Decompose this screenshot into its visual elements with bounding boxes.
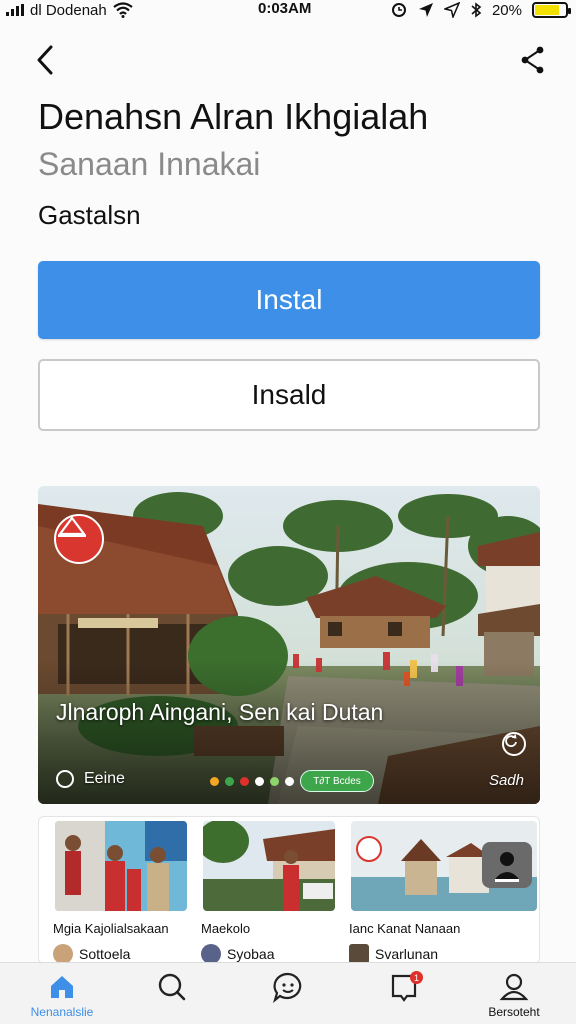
hero-play-control[interactable]: Eeine bbox=[56, 770, 125, 788]
card-thumbnail bbox=[55, 821, 187, 911]
related-cards: Mgia Kajolialsakaan Sottoela Maekolo Syo… bbox=[38, 816, 540, 964]
share-icon bbox=[521, 46, 544, 74]
tab-profile-label: Bersoteht bbox=[488, 1005, 540, 1019]
card-author: Svarlunan bbox=[349, 944, 438, 964]
back-button[interactable] bbox=[30, 42, 60, 78]
hero-banner[interactable]: Jlnaroph Aingani, Sen kai Dutan Eeine T∂… bbox=[38, 486, 540, 804]
card-author: Syobaa bbox=[201, 944, 274, 964]
hero-image bbox=[38, 486, 540, 804]
location-icon bbox=[418, 3, 433, 17]
carousel-dot[interactable] bbox=[210, 777, 219, 786]
search-icon bbox=[156, 971, 188, 1003]
tab-home[interactable]: Nenanalslie bbox=[4, 963, 120, 1024]
status-bar: dl Dodenah 0:03AM 20% bbox=[0, 0, 576, 22]
hero-more-link[interactable]: Sadh bbox=[489, 772, 524, 789]
tab-chat[interactable] bbox=[230, 963, 346, 1024]
tab-profile[interactable]: Bersoteht bbox=[456, 963, 572, 1024]
hero-caption: Jlnaroph Aingani, Sen kai Dutan bbox=[56, 699, 384, 725]
battery-fill bbox=[535, 5, 559, 15]
carousel-dot[interactable] bbox=[255, 777, 264, 786]
card-thumbnail-image bbox=[55, 821, 187, 911]
carousel-dot[interactable] bbox=[225, 777, 234, 786]
brand-logo bbox=[54, 514, 104, 564]
tab-search[interactable] bbox=[114, 963, 230, 1024]
card-title: Maekolo bbox=[201, 921, 251, 936]
carousel-dot[interactable] bbox=[285, 777, 294, 786]
battery-icon bbox=[532, 2, 571, 18]
user-avatar-icon[interactable] bbox=[481, 841, 533, 889]
status-right: 20% bbox=[390, 0, 571, 20]
hero-play-label: Eeine bbox=[84, 770, 125, 787]
card-author-name: Svarlunan bbox=[375, 946, 439, 962]
app-subtitle: Sanaan Innakai bbox=[38, 146, 261, 182]
battery-percent: 20% bbox=[491, 1, 522, 19]
carousel-dot[interactable] bbox=[270, 777, 279, 786]
card-title: Ianc Kanat Nanaan bbox=[349, 921, 461, 936]
profile-icon bbox=[498, 971, 530, 1003]
signal-icon bbox=[6, 4, 24, 16]
tab-home-label: Nenanalslie bbox=[30, 1005, 94, 1019]
location-outline-icon bbox=[443, 2, 460, 18]
tab-bar: Nenanalslie 1 Bersoteht bbox=[0, 962, 576, 1024]
play-ring-icon bbox=[56, 770, 74, 788]
avatar bbox=[53, 944, 73, 964]
hero-badge-button[interactable] bbox=[502, 732, 526, 756]
app-category: Gastalsn bbox=[38, 200, 141, 230]
hero-pill-button[interactable]: T∂T Bcdes bbox=[300, 770, 374, 792]
notification-badge: 1 bbox=[410, 971, 423, 984]
chat-icon bbox=[272, 971, 304, 1003]
app-title: Denahsn Alran Ikhgialah bbox=[38, 96, 429, 137]
avatar bbox=[349, 944, 369, 964]
home-icon bbox=[46, 971, 78, 1003]
carrier-label: dl Dodenah bbox=[30, 1, 107, 19]
card-author-name: Sottoela bbox=[79, 946, 131, 962]
avatar bbox=[201, 944, 221, 964]
card-thumbnail-image bbox=[203, 821, 335, 911]
install-button[interactable]: Instal bbox=[38, 261, 540, 339]
status-left: dl Dodenah bbox=[6, 0, 133, 20]
carousel-dots[interactable] bbox=[210, 777, 294, 786]
status-time: 0:03AM bbox=[258, 0, 312, 17]
alarm-icon bbox=[391, 3, 406, 17]
wifi-icon bbox=[113, 2, 133, 18]
tab-bookmarks[interactable]: 1 bbox=[346, 963, 462, 1024]
bluetooth-icon bbox=[471, 2, 482, 18]
card-thumbnail bbox=[203, 821, 335, 911]
carousel-dot[interactable] bbox=[240, 777, 249, 786]
card-title: Mgia Kajolialsakaan bbox=[53, 921, 169, 936]
share-button[interactable] bbox=[516, 42, 550, 78]
refresh-icon bbox=[505, 734, 517, 747]
brand-logo-icon bbox=[57, 516, 87, 537]
nav-row bbox=[0, 40, 576, 84]
card-author-name: Syobaa bbox=[227, 946, 275, 962]
chevron-left-icon bbox=[37, 45, 53, 75]
secondary-install-button[interactable]: Insald bbox=[38, 359, 540, 431]
card-author: Sottoela bbox=[53, 944, 130, 964]
